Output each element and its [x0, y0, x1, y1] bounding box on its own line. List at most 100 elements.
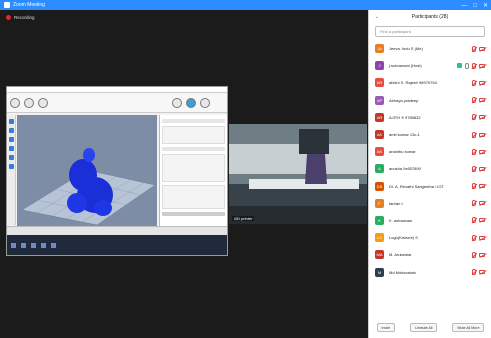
video-off-icon[interactable]: [479, 218, 485, 223]
video-off-icon[interactable]: [479, 98, 485, 103]
participants-header: ⌄ Participants (28): [369, 10, 491, 24]
participant-row[interactable]: M Md Moksvatain: [369, 263, 491, 280]
muted-mic-icon[interactable]: [472, 269, 476, 276]
participant-name: Abhaya pradeep: [389, 97, 419, 103]
tool-button-icon[interactable]: [172, 97, 182, 108]
filament-settings[interactable]: [162, 154, 225, 182]
cut-icon[interactable]: [9, 146, 14, 151]
title-bar: Zoom Meeting — □ ✕: [0, 0, 491, 10]
panel-footer: Invite Unmute All Mute All More: [369, 323, 491, 332]
video-off-icon[interactable]: [479, 252, 485, 257]
muted-mic-icon[interactable]: [472, 165, 476, 172]
participant-row[interactable]: AK amit kumar 13c-1: [369, 126, 491, 143]
taskbar-app-icon[interactable]: [51, 242, 56, 248]
avatar: F: [375, 198, 384, 208]
muted-mic-icon[interactable]: [472, 45, 476, 52]
settings-panel: [159, 115, 227, 228]
participant-search-input[interactable]: Find a participant: [375, 26, 485, 37]
mute-all-more-button[interactable]: Mute All More: [452, 323, 485, 332]
tool-button-icon[interactable]: [38, 97, 48, 108]
taskbar-app-icon[interactable]: [41, 242, 46, 248]
muted-mic-icon[interactable]: [472, 62, 476, 69]
participant-video[interactable]: i3D printer: [229, 124, 367, 224]
record-icon: [6, 15, 11, 20]
print-settings[interactable]: [162, 126, 225, 144]
taskbar-app-icon[interactable]: [21, 242, 26, 248]
windows-taskbar: [7, 235, 227, 255]
participant-row[interactable]: AK ananthu kumar: [369, 143, 491, 160]
printer-video-feed: [229, 124, 367, 224]
video-off-icon[interactable]: [479, 184, 485, 189]
participant-row[interactable]: Aanusha 9x657890: [369, 160, 491, 177]
avatar: MA: [375, 250, 384, 260]
3d-viewport[interactable]: [17, 115, 157, 228]
muted-mic-icon[interactable]: [472, 114, 476, 121]
recording-indicator[interactable]: Recording: [6, 15, 35, 20]
print-bed-graphic: [21, 148, 156, 226]
video-off-icon[interactable]: [479, 149, 485, 154]
participant-name: M. Arulanbar: [389, 252, 412, 258]
muted-mic-icon[interactable]: [472, 131, 476, 138]
taskbar-app-icon[interactable]: [31, 242, 36, 248]
muted-mic-icon[interactable]: [472, 97, 476, 104]
participant-name: Md Moksvatain: [389, 269, 416, 275]
participant-row[interactable]: Jj.subramani (Host): [369, 57, 491, 74]
meeting-area: Recording i3D printer: [0, 10, 368, 338]
start-icon[interactable]: [11, 242, 16, 248]
participant-row[interactable]: K K. ashwanan: [369, 212, 491, 229]
app-toolbar: [7, 93, 227, 113]
muted-mic-icon[interactable]: [472, 148, 476, 155]
participant-row[interactable]: JA Jeeva. Indu S (Me): [369, 40, 491, 57]
muted-mic-icon[interactable]: [472, 234, 476, 241]
participant-name: farhan t: [389, 200, 403, 206]
video-off-icon[interactable]: [479, 235, 485, 240]
tool-button-icon[interactable]: [10, 97, 20, 108]
avatar: A: [375, 164, 384, 174]
participant-row[interactable]: Ffarhan t: [369, 195, 491, 212]
participant-name: abishi S. Rajesh 98979754: [389, 80, 437, 86]
tool-button-icon[interactable]: [186, 97, 196, 108]
video-off-icon[interactable]: [479, 115, 485, 120]
muted-mic-icon[interactable]: [472, 79, 476, 86]
rotate-icon[interactable]: [9, 137, 14, 142]
tool-button-icon[interactable]: [200, 97, 210, 108]
participant-name: Jeeva. Indu S (Me): [389, 46, 423, 52]
muted-mic-icon[interactable]: [472, 251, 476, 258]
participant-name: Dr. A. Revathi Sangeetha / IOT: [389, 183, 444, 189]
move-icon[interactable]: [9, 119, 14, 124]
invite-button[interactable]: Invite: [376, 323, 396, 332]
participant-row[interactable]: DS Dr. A. Revathi Sangeetha / IOT: [369, 178, 491, 195]
video-off-icon[interactable]: [479, 166, 485, 171]
microphone-icon[interactable]: [465, 62, 469, 69]
participant-name: AJITH S 9789832: [389, 114, 421, 120]
video-off-icon[interactable]: [479, 132, 485, 137]
video-off-icon[interactable]: [479, 80, 485, 85]
left-toolbar: [8, 115, 16, 225]
avatar: AK: [375, 147, 384, 157]
support-icon[interactable]: [9, 155, 14, 160]
shared-screen[interactable]: [6, 86, 228, 256]
participant-row[interactable]: AP Abhaya pradeep: [369, 92, 491, 109]
muted-mic-icon[interactable]: [472, 183, 476, 190]
video-off-icon[interactable]: [479, 46, 485, 51]
unmute-all-button[interactable]: Unmute All: [410, 323, 438, 332]
participant-row[interactable]: AR abishi S. Rajesh 98979754: [369, 74, 491, 91]
muted-mic-icon[interactable]: [472, 200, 476, 207]
scale-icon[interactable]: [9, 128, 14, 133]
participant-row[interactable]: AR AJITH S 9789832: [369, 109, 491, 126]
participant-row[interactable]: LS Logu(Kishore) S: [369, 229, 491, 246]
collapse-chevron-icon[interactable]: ⌄: [375, 14, 379, 20]
participant-row[interactable]: MA M. Arulanbar: [369, 246, 491, 263]
muted-mic-icon[interactable]: [472, 217, 476, 224]
participant-name: ananthu kumar: [389, 149, 416, 155]
avatar: AK: [375, 130, 384, 140]
tool-button-icon[interactable]: [24, 97, 34, 108]
video-off-icon[interactable]: [479, 63, 485, 68]
participants-panel: ⌄ Participants (28) Find a participant J…: [368, 10, 491, 338]
video-off-icon[interactable]: [479, 201, 485, 206]
avatar: AR: [375, 112, 384, 122]
seam-icon[interactable]: [9, 164, 14, 169]
participants-title: Participants (28): [411, 14, 449, 20]
avatar: LS: [375, 233, 384, 243]
video-off-icon[interactable]: [479, 270, 485, 275]
